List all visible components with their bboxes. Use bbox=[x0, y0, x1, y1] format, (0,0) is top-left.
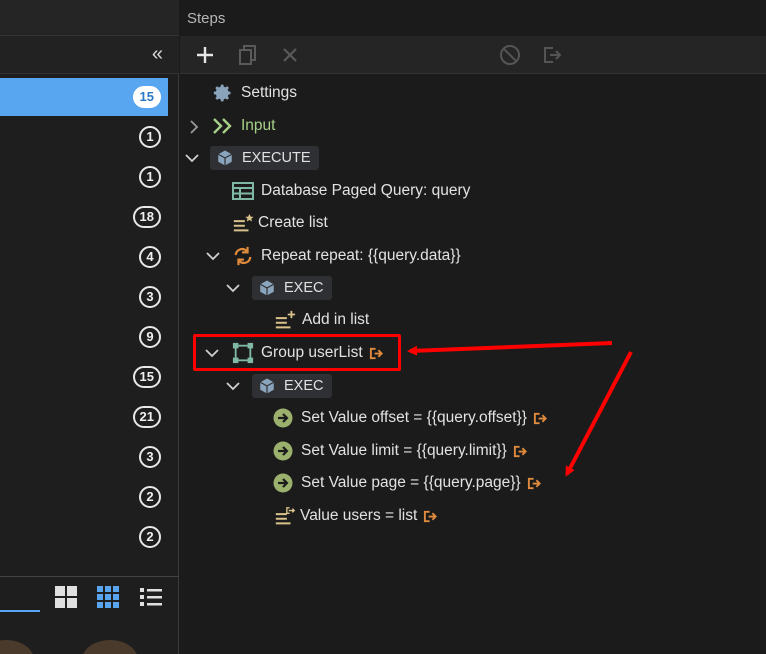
count-list-row[interactable]: 18 bbox=[0, 198, 168, 236]
tree-node-add-in-list[interactable]: Add in list bbox=[274, 305, 369, 335]
tree-node-label: EXECUTE bbox=[242, 150, 311, 166]
chevron-down-icon[interactable] bbox=[225, 378, 241, 394]
output-icon bbox=[513, 445, 527, 457]
tree-node-label: Set Value limit = {{query.limit}} bbox=[301, 442, 507, 459]
list-output-icon bbox=[274, 505, 296, 527]
large-grid-view-icon[interactable] bbox=[54, 585, 78, 609]
avatar-partial bbox=[0, 640, 34, 654]
tree-node-input[interactable]: Input bbox=[212, 111, 275, 141]
avatar-partial bbox=[82, 640, 138, 654]
count-list-row[interactable]: 15 bbox=[0, 78, 168, 116]
collapse-panel-button[interactable]: « bbox=[152, 44, 163, 64]
tree-node-exec[interactable]: EXEC bbox=[252, 273, 332, 303]
group-icon bbox=[232, 342, 254, 364]
tree-node-value-users[interactable]: Value users = list bbox=[274, 501, 438, 531]
view-switcher-bar bbox=[0, 576, 179, 616]
close-icon[interactable] bbox=[278, 43, 302, 67]
cube-icon bbox=[258, 377, 276, 395]
tree-node-group[interactable]: Group userList bbox=[232, 338, 384, 368]
count-badge: 3 bbox=[139, 286, 161, 308]
chevron-right-icon[interactable] bbox=[186, 119, 202, 135]
tree-node-set-limit[interactable]: Set Value limit = {{query.limit}} bbox=[272, 436, 528, 466]
tree-node-set-page[interactable]: Set Value page = {{query.page}} bbox=[272, 468, 542, 498]
tree-node-execute[interactable]: EXECUTE bbox=[210, 143, 319, 173]
tree-node-label: EXEC bbox=[284, 378, 324, 394]
output-icon bbox=[527, 477, 541, 489]
list-add-icon bbox=[274, 309, 296, 331]
count-list-row[interactable]: 3 bbox=[0, 278, 168, 316]
count-badge: 2 bbox=[139, 526, 161, 548]
tree-node-label: Database Paged Query: query bbox=[261, 182, 471, 199]
tree-node-set-offset[interactable]: Set Value offset = {{query.offset}} bbox=[272, 403, 548, 433]
tree-node-label: Input bbox=[241, 117, 276, 134]
steps-panel-title: Steps bbox=[187, 10, 226, 27]
arrow-circle-icon bbox=[272, 472, 294, 494]
count-badge: 1 bbox=[139, 166, 161, 188]
count-list-row[interactable]: 1 bbox=[0, 158, 168, 196]
count-list-row[interactable]: 1 bbox=[0, 118, 168, 156]
small-grid-view-icon[interactable] bbox=[96, 585, 120, 609]
count-badge: 1 bbox=[139, 126, 161, 148]
chevron-down-icon[interactable] bbox=[205, 248, 221, 264]
tree-node-label: Add in list bbox=[302, 311, 370, 328]
count-list-row[interactable]: 2 bbox=[0, 478, 168, 516]
chevron-down-icon[interactable] bbox=[225, 280, 241, 296]
output-icon bbox=[369, 347, 383, 359]
count-list-row[interactable]: 4 bbox=[0, 238, 168, 276]
count-badge: 15 bbox=[132, 86, 161, 108]
count-list-row[interactable]: 9 bbox=[0, 318, 168, 356]
count-badge: 4 bbox=[139, 246, 161, 268]
chevron-down-icon[interactable] bbox=[184, 150, 200, 166]
tree-node-repeat[interactable]: Repeat repeat: {{query.data}} bbox=[232, 241, 461, 271]
tree-node-label: Repeat repeat: {{query.data}} bbox=[261, 247, 461, 264]
disable-icon[interactable] bbox=[498, 43, 522, 67]
tree-node-label: Set Value offset = {{query.offset}} bbox=[301, 409, 527, 426]
tree-node-label: Settings bbox=[241, 84, 298, 101]
chevron-down-icon[interactable] bbox=[204, 345, 220, 361]
count-badge: 21 bbox=[132, 406, 161, 428]
tree-node-label: Set Value page = {{query.page}} bbox=[301, 474, 521, 491]
left-top-bar bbox=[0, 0, 179, 36]
tree-node-label: Group userList bbox=[261, 344, 363, 361]
count-list-row[interactable]: 15 bbox=[0, 358, 168, 396]
cube-icon bbox=[258, 279, 276, 297]
left-panel-header: « bbox=[0, 36, 179, 74]
count-badge: 3 bbox=[139, 446, 161, 468]
count-badge: 18 bbox=[132, 206, 161, 228]
arrow-circle-icon bbox=[272, 407, 294, 429]
count-list-row[interactable]: 21 bbox=[0, 398, 168, 436]
output-icon bbox=[424, 510, 438, 522]
double-chevron-icon bbox=[212, 115, 234, 137]
count-badge: 15 bbox=[132, 366, 161, 388]
tree-node-label: Value users = list bbox=[300, 507, 418, 524]
plus-icon[interactable] bbox=[193, 43, 217, 67]
tree-node-label: EXEC bbox=[284, 280, 324, 296]
cube-icon bbox=[216, 149, 234, 167]
list-view-icon[interactable] bbox=[139, 585, 163, 609]
tree-node-settings[interactable]: Settings bbox=[212, 78, 297, 108]
steps-toolbar bbox=[180, 36, 766, 74]
arrow-circle-icon bbox=[272, 440, 294, 462]
count-list-row[interactable]: 2 bbox=[0, 518, 168, 556]
left-panel: « 15 1 1 18 4 3 9 15 21 3 2 2 bbox=[0, 0, 179, 654]
tree-node-label: Create list bbox=[258, 214, 328, 231]
tree-node-exec[interactable]: EXEC bbox=[252, 371, 332, 401]
repeat-icon bbox=[232, 245, 254, 267]
count-badge: 9 bbox=[139, 326, 161, 348]
tree-node-create-list[interactable]: Create list bbox=[232, 208, 328, 238]
table-icon bbox=[232, 180, 254, 202]
list-star-icon bbox=[232, 212, 254, 234]
copy-icon[interactable] bbox=[236, 43, 260, 67]
output-icon bbox=[533, 412, 547, 424]
gear-icon bbox=[212, 82, 234, 104]
output-icon[interactable] bbox=[540, 43, 564, 67]
tree-node-db-query[interactable]: Database Paged Query: query bbox=[232, 176, 470, 206]
filter-input-underline[interactable] bbox=[0, 610, 40, 612]
count-list-row[interactable]: 3 bbox=[0, 438, 168, 476]
count-badge: 2 bbox=[139, 486, 161, 508]
